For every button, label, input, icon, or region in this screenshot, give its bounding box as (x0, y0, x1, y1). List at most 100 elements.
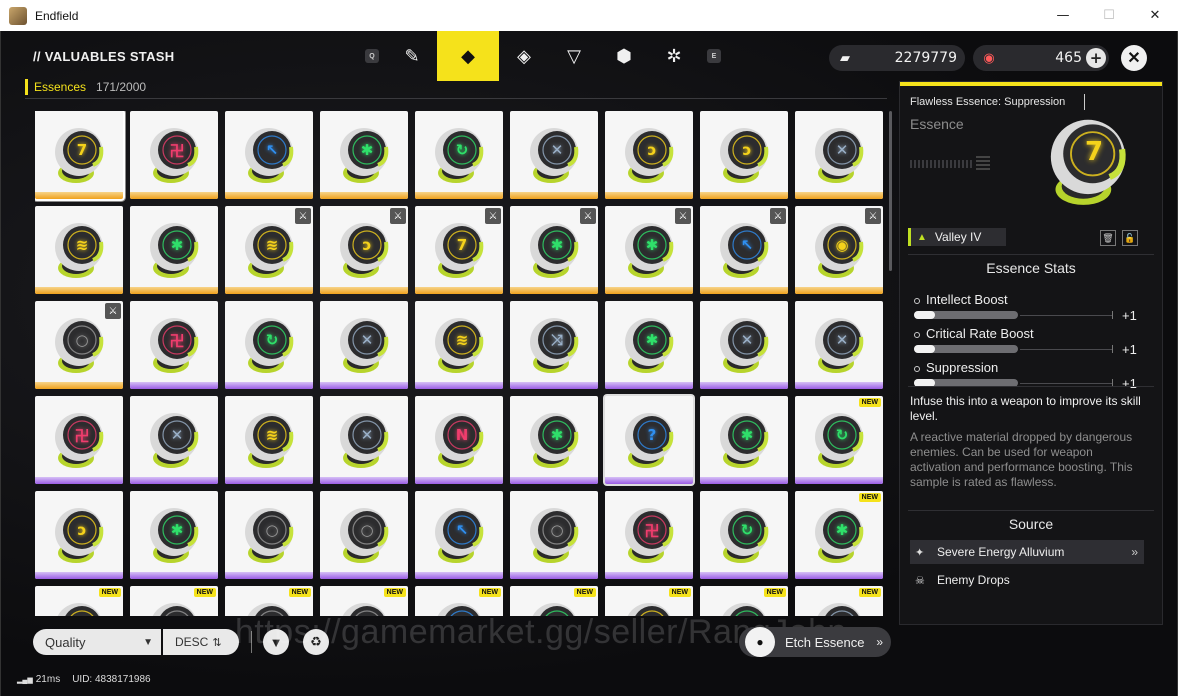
essence-item[interactable]: ↻ NEW (795, 396, 883, 484)
rarity-bar (225, 192, 313, 199)
essence-item[interactable]: 卍 (130, 111, 218, 199)
essence-item[interactable]: ≋ (225, 396, 313, 484)
essence-symbol: ✱ (835, 521, 849, 539)
essence-item[interactable]: ✕ (795, 111, 883, 199)
tab-gear[interactable]: ✲ (649, 31, 699, 81)
essence-item[interactable]: 7 (35, 111, 123, 199)
essence-symbol (68, 611, 96, 616)
essence-item[interactable]: ○ (510, 491, 598, 579)
essence-item[interactable]: ↄ (700, 111, 788, 199)
essence-item[interactable]: ○ (225, 491, 313, 579)
essence-item[interactable]: ↄ (35, 491, 123, 579)
essence-item[interactable]: ↖ (225, 111, 313, 199)
trash-icon[interactable]: 🗑 (1100, 230, 1116, 246)
essence-item[interactable]: ↻ (225, 301, 313, 389)
tab-box[interactable]: ⬢ (599, 31, 649, 81)
tab-triangle[interactable]: ▽ (549, 31, 599, 81)
add-currency-button[interactable]: + (1086, 48, 1106, 68)
source-item[interactable]: ☠ Enemy Drops (910, 568, 1144, 592)
essence-symbol: ✕ (740, 331, 754, 349)
essence-item[interactable]: NEW (795, 586, 883, 616)
stat-row: Intellect Boost +1 (912, 292, 1148, 324)
essence-item[interactable]: ✱ (130, 491, 218, 579)
window-close-button[interactable]: ✕ (1132, 0, 1178, 31)
rarity-bar (700, 192, 788, 199)
source-item[interactable]: ✦ Severe Energy Alluvium » (910, 540, 1144, 564)
tab-weapon[interactable]: ✎ (387, 31, 437, 81)
sort-order-toggle[interactable]: DESC ⇅ (163, 629, 239, 655)
rarity-bar (35, 572, 123, 579)
region-label: Valley IV (934, 230, 982, 244)
essence-symbol: ✱ (645, 236, 659, 254)
rarity-bar (225, 287, 313, 294)
essence-item[interactable]: ○ (320, 491, 408, 579)
essence-item[interactable]: ✕ (700, 301, 788, 389)
essence-item[interactable]: ✱ (510, 396, 598, 484)
essence-item[interactable]: NEW (415, 586, 503, 616)
essence-item[interactable]: ≋ (35, 206, 123, 294)
essence-item[interactable]: ≋ (415, 301, 503, 389)
essence-item[interactable]: ✕ (320, 396, 408, 484)
equipped-sword-icon: ⚔ (580, 208, 596, 224)
essence-item[interactable]: ✱ (605, 301, 693, 389)
item-name: Flawless Essence: Suppression (910, 96, 1066, 108)
essence-item[interactable]: ↖ ⚔ (700, 206, 788, 294)
essence-item[interactable]: ↻ (415, 111, 503, 199)
essence-symbol: ✕ (360, 331, 374, 349)
essence-item[interactable]: ≋ ⚔ (225, 206, 313, 294)
essence-item[interactable]: 卍 (605, 491, 693, 579)
etch-icon: ● (745, 627, 775, 657)
essence-icon: 卍 (144, 123, 204, 185)
category-filter[interactable]: Essences 171/2000 (25, 77, 146, 97)
essence-item[interactable]: ↻ (700, 491, 788, 579)
lock-icon[interactable]: 🔓 (1122, 230, 1138, 246)
source-icon: ✦ (915, 546, 925, 559)
rarity-bar (795, 572, 883, 579)
essence-item[interactable]: ✱ NEW (795, 491, 883, 579)
sort-dropdown[interactable]: Quality ▼ (33, 629, 161, 655)
maximize-button[interactable]: ☐ (1086, 0, 1132, 31)
essence-item[interactable]: 卍 (130, 301, 218, 389)
essence-item[interactable]: NEW (700, 586, 788, 616)
tab-diamond[interactable]: ◈ (499, 31, 549, 81)
status-bar: 21ms UID: 4838171986 (17, 674, 151, 685)
etch-essence-button[interactable]: ● Etch Essence » (739, 627, 891, 657)
essence-item[interactable]: 卍 (35, 396, 123, 484)
essence-item[interactable]: NEW (35, 586, 123, 616)
divider (25, 98, 887, 99)
essence-item[interactable]: ? (605, 396, 693, 484)
essence-item[interactable]: ✕ (130, 396, 218, 484)
essence-item[interactable]: ↖ (415, 491, 503, 579)
tab-cube[interactable]: ◆ (437, 31, 499, 81)
essence-item[interactable]: ✕ (510, 111, 598, 199)
cube-icon: ◆ (461, 45, 475, 66)
essence-item[interactable]: ✱ (130, 206, 218, 294)
essence-item[interactable]: NEW (320, 586, 408, 616)
minimize-button[interactable]: — (1040, 0, 1086, 31)
essence-item[interactable]: ⤨ (510, 301, 598, 389)
essence-item[interactable]: ↄ (605, 111, 693, 199)
essence-item[interactable]: NEW (605, 586, 693, 616)
rarity-bar (225, 477, 313, 484)
new-badge: NEW (98, 588, 121, 597)
essence-item[interactable]: ✱ (700, 396, 788, 484)
essence-item[interactable]: ○ ⚔ (35, 301, 123, 389)
essence-item[interactable]: NEW (510, 586, 598, 616)
essence-item[interactable]: 7 ⚔ (415, 206, 503, 294)
uid-readout: UID: 4838171986 (72, 674, 151, 685)
essence-item[interactable]: ✕ (320, 301, 408, 389)
essence-item[interactable]: NEW (225, 586, 313, 616)
essence-icon: ↖ (714, 218, 774, 280)
essence-item[interactable]: NEW (130, 586, 218, 616)
essence-item[interactable]: ◉ ⚔ (795, 206, 883, 294)
essence-item[interactable]: ✱ (320, 111, 408, 199)
essence-item[interactable]: ✕ (795, 301, 883, 389)
new-badge: NEW (858, 493, 881, 502)
close-stash-button[interactable]: ✕ (1121, 45, 1147, 71)
essence-item[interactable]: ✱ ⚔ (605, 206, 693, 294)
essence-item[interactable]: ↄ ⚔ (320, 206, 408, 294)
grid-scrollbar[interactable] (889, 111, 892, 271)
essence-item[interactable]: ✱ ⚔ (510, 206, 598, 294)
essence-icon: ↄ (714, 123, 774, 185)
essence-item[interactable]: N (415, 396, 503, 484)
